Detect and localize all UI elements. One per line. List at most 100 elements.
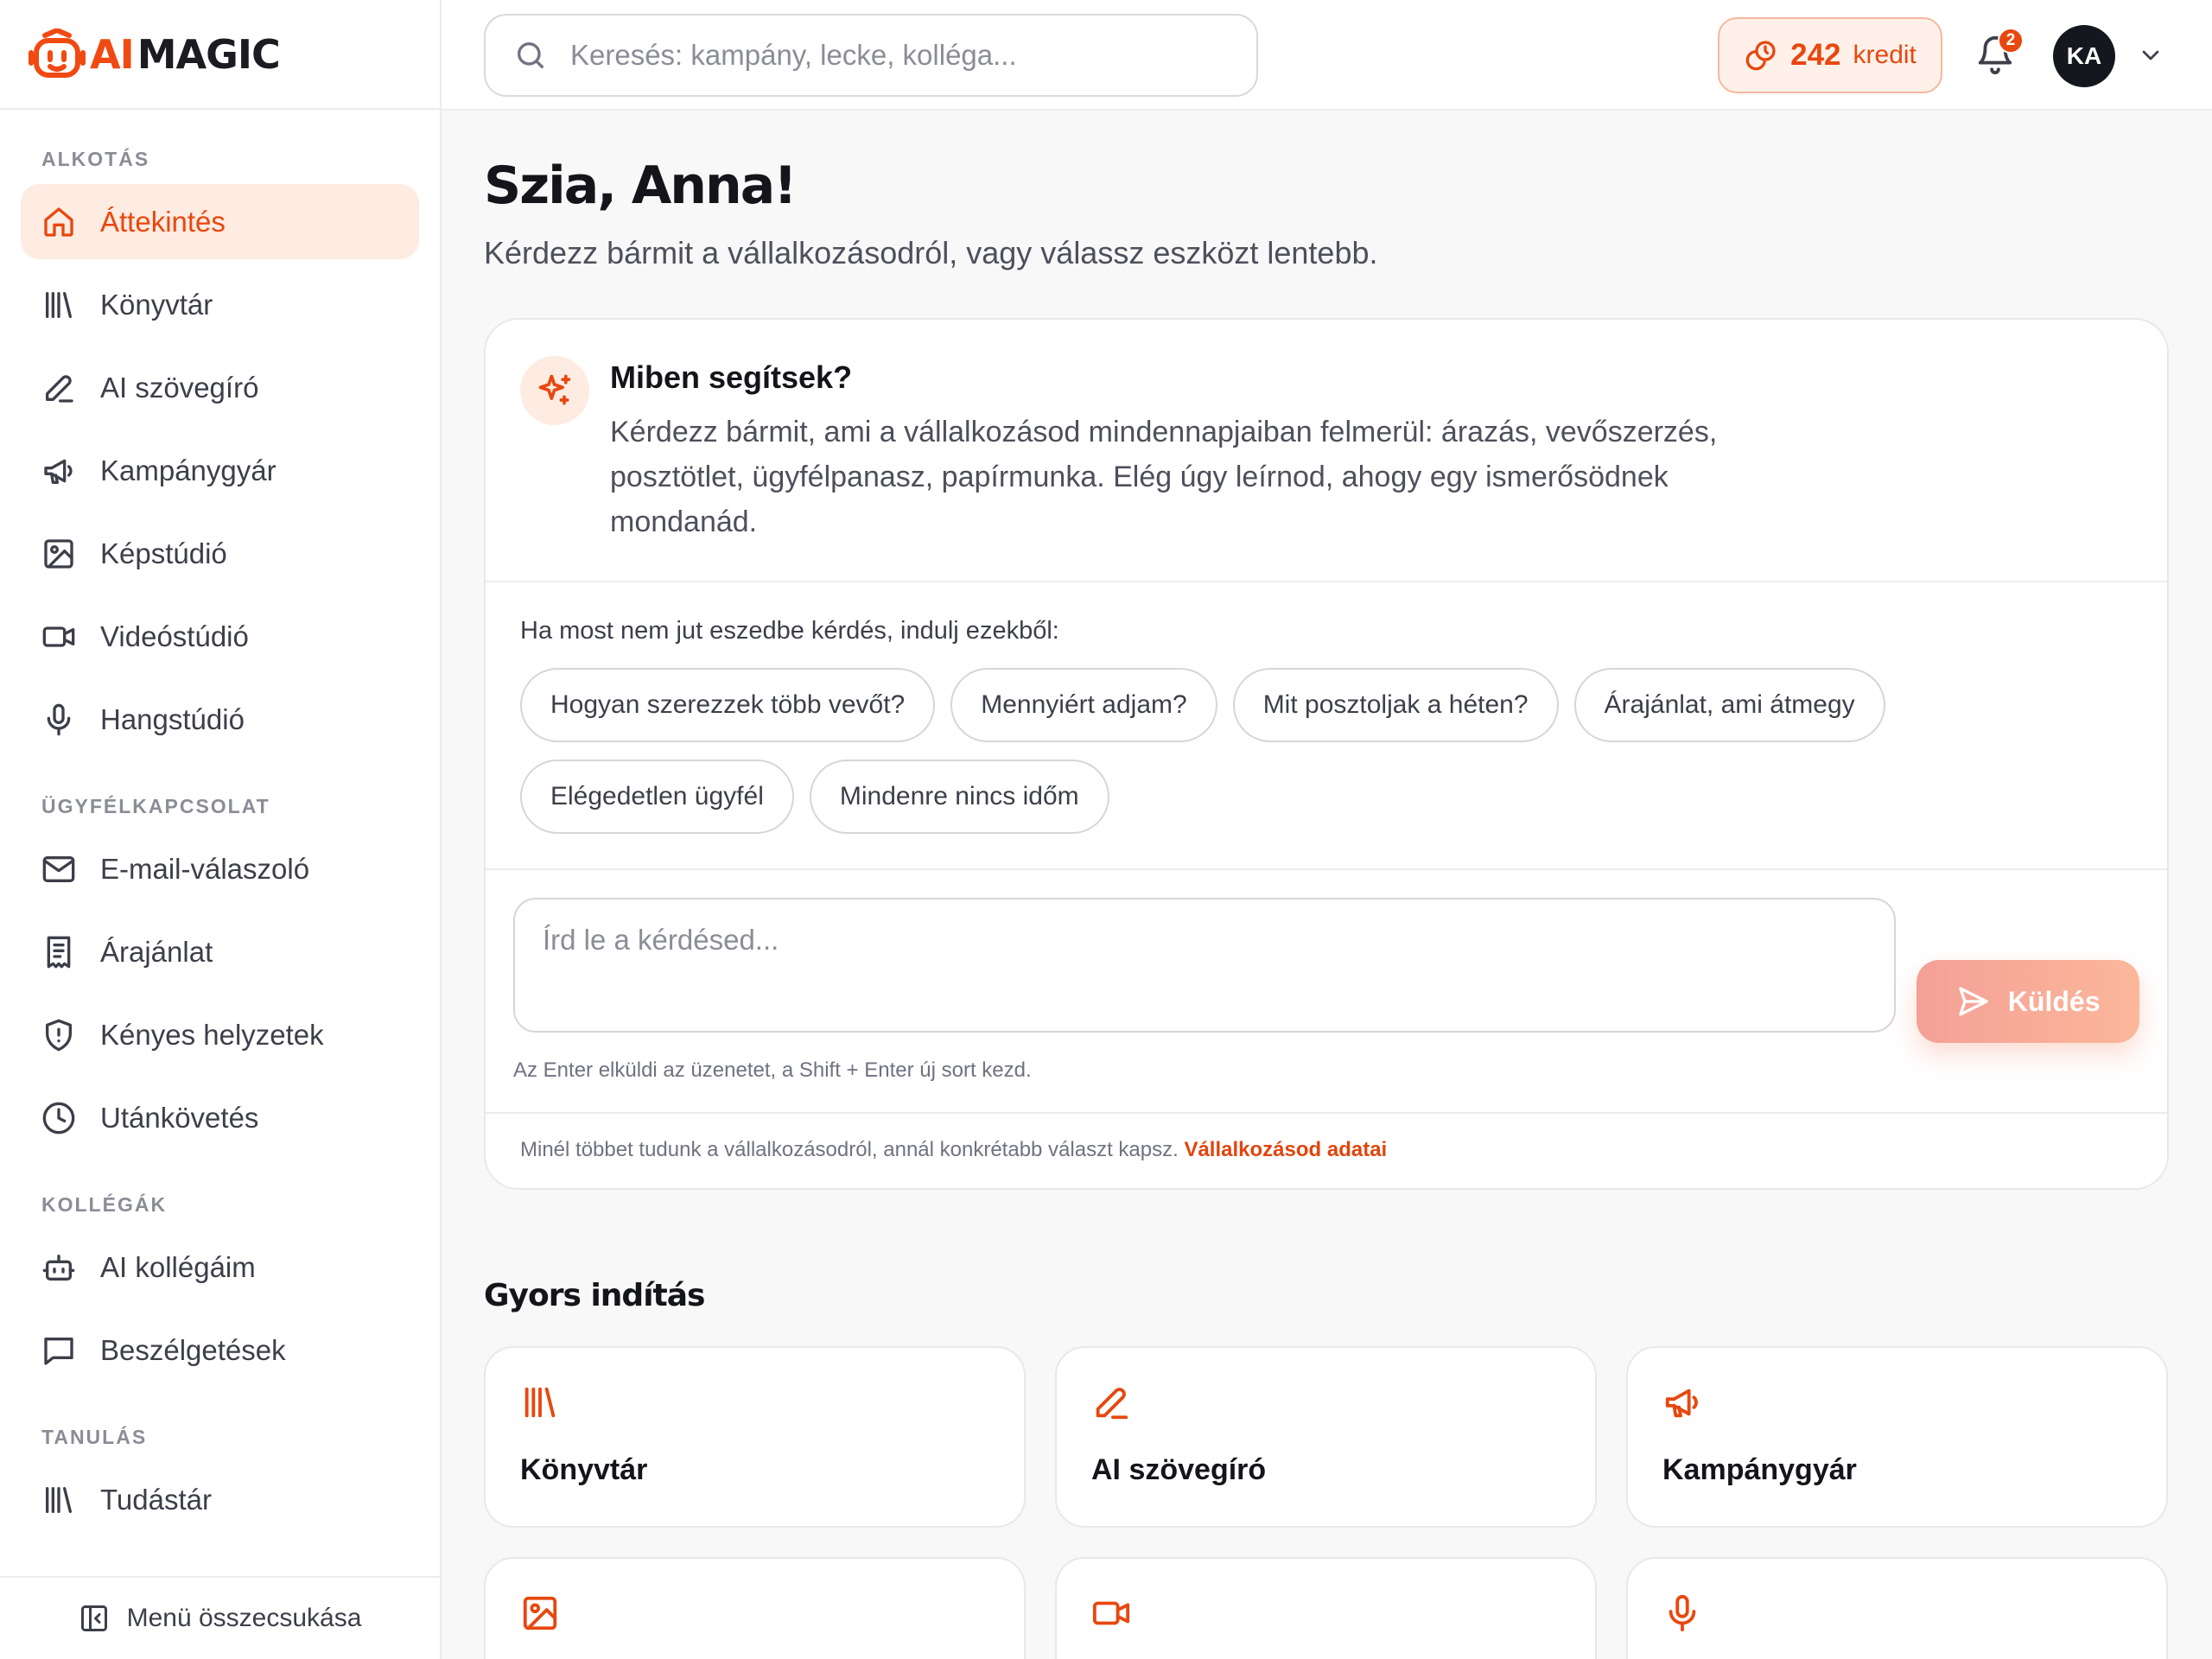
nav-section-title: ÜGYFÉLKAPCSOLAT <box>41 795 270 817</box>
sidebar-item-ai-szovegiro[interactable]: AI szövegíró <box>21 350 419 425</box>
prompts-label: Ha most nem jut eszedbe kérdés, indulj e… <box>520 617 1059 645</box>
video-icon <box>42 626 75 647</box>
sidebar-item-label: Utánkövetés <box>100 1101 259 1134</box>
credits-label: kredit <box>1853 41 1916 69</box>
shield-icon <box>46 1019 73 1051</box>
sidebar-item-kenyes-helyzetek[interactable]: Kényes helyzetek <box>21 997 419 1072</box>
image-icon <box>523 1596 557 1630</box>
sidebar-item-label: E-mail-válaszoló <box>100 852 310 885</box>
search-input[interactable] <box>570 39 1227 72</box>
prompt-chip[interactable]: Hogyan szerezzek több vevőt? <box>520 668 936 742</box>
assistant-description: Kérdezz bármit, ami a vállalkozásod mind… <box>610 416 1718 538</box>
send-icon <box>1959 987 1988 1016</box>
quick-card-kampanygyar[interactable]: Kampánygyár <box>1626 1346 2168 1528</box>
main-content: Szia, Anna! Kérdezz bármit a vállalkozás… <box>484 111 2169 1659</box>
library-icon <box>46 291 73 318</box>
sidebar-item-utankovetes[interactable]: Utánkövetés <box>21 1080 419 1155</box>
sidebar-item-kepstudio[interactable]: Képstúdió <box>21 516 419 591</box>
image-icon <box>44 538 73 569</box>
assistant-footer: Minél többet tudunk a vállalkozásodról, … <box>486 1114 2167 1188</box>
sidebar-item-label: AI kollégáim <box>100 1250 256 1283</box>
credits-value: 242 <box>1790 38 1841 72</box>
sidebar-item-attekintes[interactable]: Áttekintés <box>21 184 419 259</box>
sidebar-item-email-valaszolo[interactable]: E-mail-válaszoló <box>21 831 419 906</box>
microphone-icon <box>47 703 71 735</box>
quick-card-label: AI szövegíró <box>1091 1453 1267 1486</box>
page-subtitle: Kérdezz bármit a vállalkozásodról, vagy … <box>484 235 1378 270</box>
input-hint: Az Enter elküldi az üzenetet, a Shift + … <box>513 1058 1032 1082</box>
quick-card-konyvtar[interactable]: Könyvtár <box>484 1346 1026 1528</box>
prompt-chip[interactable]: Elégedetlen ügyfél <box>520 760 794 834</box>
business-data-link[interactable]: Vállalkozásod adatai <box>1184 1138 1387 1161</box>
credits-badge[interactable]: 242 kredit <box>1718 17 1942 93</box>
quick-card-ai-szovegiro[interactable]: AI szövegíró <box>1055 1346 1597 1528</box>
megaphone-icon <box>44 459 73 484</box>
sidebar-item-arajanlat[interactable]: Árajánlat <box>21 914 419 989</box>
sidebar-item-konyvtar[interactable]: Könyvtár <box>21 267 419 342</box>
collapse-menu-button[interactable]: Menü összecsukása <box>0 1576 440 1659</box>
send-button-label: Küldés <box>2007 985 2101 1017</box>
quick-card-videostudio[interactable] <box>1055 1557 1597 1659</box>
sidebar-item-ai-kollegaim[interactable]: AI kollégáim <box>21 1230 419 1305</box>
logo-text-magic: MAGIC <box>137 30 281 78</box>
prompt-chip[interactable]: Árajánlat, ami átmegy <box>1573 668 1885 742</box>
collapse-menu-label: Menü összecsukása <box>126 1604 362 1632</box>
nav-section-title: KOLLÉGÁK <box>41 1193 168 1216</box>
page-title: Szia, Anna! <box>484 156 798 216</box>
sidebar-item-label: Áttekintés <box>100 205 226 238</box>
assistant-intro: Miben segítsek? Kérdezz bármit, ami a vá… <box>486 320 2167 582</box>
clock-icon <box>42 1102 75 1134</box>
sidebar-item-label: Hangstúdió <box>100 702 245 735</box>
quick-card-hangstudio[interactable] <box>1626 1557 2168 1659</box>
prompt-chip[interactable]: Mit posztoljak a héten? <box>1232 668 1559 742</box>
prompt-chips: Hogyan szerezzek több vevőt? Mennyiért a… <box>520 668 1989 834</box>
microphone-icon <box>1669 1594 1696 1632</box>
library-icon <box>46 1486 73 1513</box>
assistant-title: Miben segítsek? <box>610 359 853 395</box>
prompt-chip[interactable]: Mindenre nincs időm <box>809 760 1109 834</box>
chat-icon <box>44 1337 73 1365</box>
chevron-down-icon[interactable] <box>2137 41 2164 69</box>
sidebar-collapse-icon <box>80 1605 107 1631</box>
quick-card-label: Kampánygyár <box>1662 1453 1857 1486</box>
brand-logo[interactable]: AI MAGIC <box>28 28 281 80</box>
sidebar-item-label: Képstúdió <box>100 537 227 569</box>
sidebar-item-beszelgetesek[interactable]: Beszélgetések <box>21 1313 419 1388</box>
search-box[interactable] <box>484 14 1258 97</box>
bot-icon <box>42 1254 75 1281</box>
coins-icon <box>1745 41 1776 71</box>
sidebar-item-label: AI szövegíró <box>100 371 259 404</box>
mail-icon <box>42 855 75 882</box>
prompt-chip[interactable]: Mennyiért adjam? <box>950 668 1217 742</box>
user-avatar[interactable]: KA <box>2053 25 2115 87</box>
send-button[interactable]: Küldés <box>1916 960 2139 1043</box>
sidebar-nav: ALKOTÁS Áttekintés Könyvtár AI szövegíró… <box>0 146 440 1537</box>
footer-text: Minél többet tudunk a vállalkozásodról, … <box>520 1138 1179 1161</box>
receipt-icon <box>47 936 71 968</box>
assistant-card: Miben segítsek? Kérdezz bármit, ami a vá… <box>484 318 2169 1190</box>
sidebar-item-label: Kampánygyár <box>100 454 276 486</box>
notifications-button[interactable]: 2 <box>1975 28 2024 74</box>
sidebar-item-label: Tudástár <box>100 1483 213 1516</box>
quick-start-grid: Könyvtár AI szövegíró Kampánygyár <box>484 1346 2169 1659</box>
sidebar-item-label: Videóstúdió <box>100 620 249 652</box>
sidebar-item-hangstudio[interactable]: Hangstúdió <box>21 682 419 757</box>
sidebar-item-label: Kényes helyzetek <box>100 1018 324 1051</box>
top-header: 242 kredit 2 KA <box>442 0 2212 111</box>
sidebar-item-label: Beszélgetések <box>100 1333 286 1366</box>
sidebar-item-tudastar[interactable]: Tudástár <box>21 1462 419 1537</box>
suggested-prompts: Ha most nem jut eszedbe kérdés, indulj e… <box>486 582 2167 870</box>
library-icon <box>524 1387 556 1418</box>
quick-card-label: Könyvtár <box>520 1453 648 1486</box>
sidebar-item-kampanygyar[interactable]: Kampánygyár <box>21 433 419 508</box>
nav-section-title: ALKOTÁS <box>41 148 150 170</box>
nav-section-title: TANULÁS <box>41 1426 148 1448</box>
quick-card-kepstudio[interactable] <box>484 1557 1026 1659</box>
sparkles-badge <box>520 356 589 425</box>
sidebar-item-videostudio[interactable]: Videóstúdió <box>21 599 419 674</box>
question-input[interactable] <box>513 898 1897 1033</box>
sidebar-item-label: Könyvtár <box>100 288 213 321</box>
quick-start-title: Gyors indítás <box>484 1278 705 1313</box>
sidebar-item-label: Árajánlat <box>100 935 213 968</box>
pen-icon <box>1096 1388 1128 1420</box>
